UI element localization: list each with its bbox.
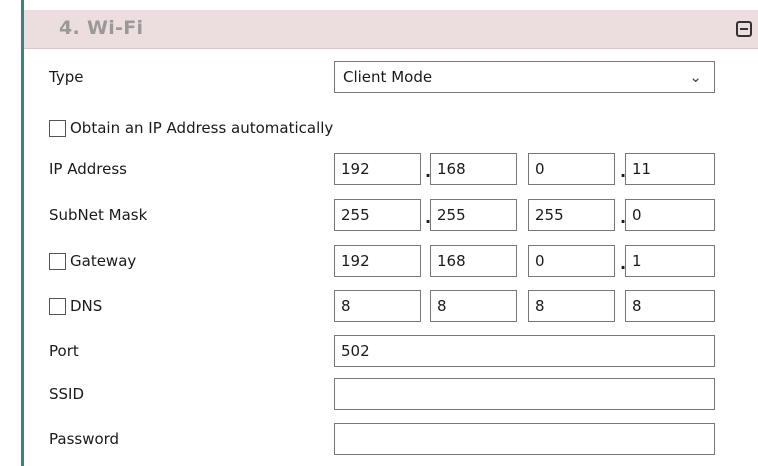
type-select[interactable]: Client Mode ⌄ <box>334 61 715 93</box>
gateway-octet-1[interactable]: 192 <box>334 245 421 277</box>
dns-checkbox-label[interactable]: DNS <box>49 297 102 315</box>
dns-octet-3-value: 8 <box>535 297 545 315</box>
chevron-down-icon: ⌄ <box>689 68 702 86</box>
subnet-mask-row: SubNet Mask 255 . 255 255 . 0 <box>24 199 758 231</box>
dns-octet-2[interactable]: 8 <box>430 290 517 322</box>
gateway-octet-2[interactable]: 168 <box>430 245 517 277</box>
ip-octet-3[interactable]: 0 <box>528 153 615 185</box>
type-label: Type <box>49 68 84 86</box>
gateway-octet-3-value: 0 <box>535 252 545 270</box>
subnet-octet-2-value: 255 <box>437 206 466 224</box>
ip-address-row: IP Address 192 . 168 0 . 11 <box>24 153 758 185</box>
obtain-ip-row: Obtain an IP Address automatically <box>24 112 758 144</box>
type-row: Type Client Mode ⌄ <box>24 61 758 93</box>
gateway-octet-3[interactable]: 0 <box>528 245 615 277</box>
gateway-octet-4-value: 1 <box>632 252 642 270</box>
port-label: Port <box>49 342 79 360</box>
obtain-ip-checkbox-label[interactable]: Obtain an IP Address automatically <box>49 119 333 137</box>
gateway-row: Gateway 192 168 0 . 1 <box>24 245 758 277</box>
ip-address-label: IP Address <box>49 160 127 178</box>
dns-octet-4-value: 8 <box>632 297 642 315</box>
minus-square-icon[interactable] <box>736 21 752 37</box>
ssid-label: SSID <box>49 385 85 403</box>
port-row: Port 502 <box>24 335 758 367</box>
subnet-octet-3-value: 255 <box>535 206 564 224</box>
type-value: Client Mode <box>343 68 433 86</box>
ip-octet-3-value: 0 <box>535 160 545 178</box>
ip-octet-1[interactable]: 192 <box>334 153 421 185</box>
subnet-octet-2[interactable]: 255 <box>430 199 517 231</box>
gateway-label: Gateway <box>70 252 137 270</box>
dns-octet-1[interactable]: 8 <box>334 290 421 322</box>
ip-octet-2[interactable]: 168 <box>430 153 517 185</box>
dns-label: DNS <box>70 297 103 315</box>
subnet-octet-3[interactable]: 255 <box>528 199 615 231</box>
ip-octet-4[interactable]: 11 <box>625 153 715 185</box>
subnet-octet-4[interactable]: 0 <box>625 199 715 231</box>
dns-octet-3[interactable]: 8 <box>528 290 615 322</box>
subnet-octet-4-value: 0 <box>632 206 642 224</box>
subnet-octet-1-value: 255 <box>341 206 370 224</box>
wifi-panel: 4. Wi-Fi Type Client Mode ⌄ Obtain an IP… <box>21 0 758 466</box>
section-header: 4. Wi-Fi <box>24 10 758 49</box>
dns-octet-4[interactable]: 8 <box>625 290 715 322</box>
gateway-checkbox[interactable] <box>49 252 66 270</box>
password-label: Password <box>49 430 120 448</box>
gateway-octet-4[interactable]: 1 <box>625 245 715 277</box>
obtain-ip-label: Obtain an IP Address automatically <box>70 119 334 137</box>
dns-checkbox[interactable] <box>49 297 66 315</box>
password-row: Password <box>24 423 758 455</box>
ssid-input[interactable] <box>334 378 715 410</box>
dns-octet-2-value: 8 <box>437 297 447 315</box>
gateway-octet-1-value: 192 <box>341 252 370 270</box>
obtain-ip-checkbox[interactable] <box>49 119 66 137</box>
subnet-octet-1[interactable]: 255 <box>334 199 421 231</box>
dns-octet-1-value: 8 <box>341 297 351 315</box>
gateway-checkbox-label[interactable]: Gateway <box>49 252 136 270</box>
password-input[interactable] <box>334 423 715 455</box>
ip-octet-4-value: 11 <box>632 160 652 178</box>
ip-octet-1-value: 192 <box>341 160 370 178</box>
ip-octet-2-value: 168 <box>437 160 466 178</box>
subnet-mask-label: SubNet Mask <box>49 206 148 224</box>
gateway-octet-2-value: 168 <box>437 252 466 270</box>
dns-row: DNS 8 8 8 8 <box>24 290 758 322</box>
port-input[interactable]: 502 <box>334 335 715 367</box>
section-title: 4. Wi-Fi <box>59 17 144 39</box>
port-value: 502 <box>341 342 370 360</box>
ssid-row: SSID <box>24 378 758 410</box>
